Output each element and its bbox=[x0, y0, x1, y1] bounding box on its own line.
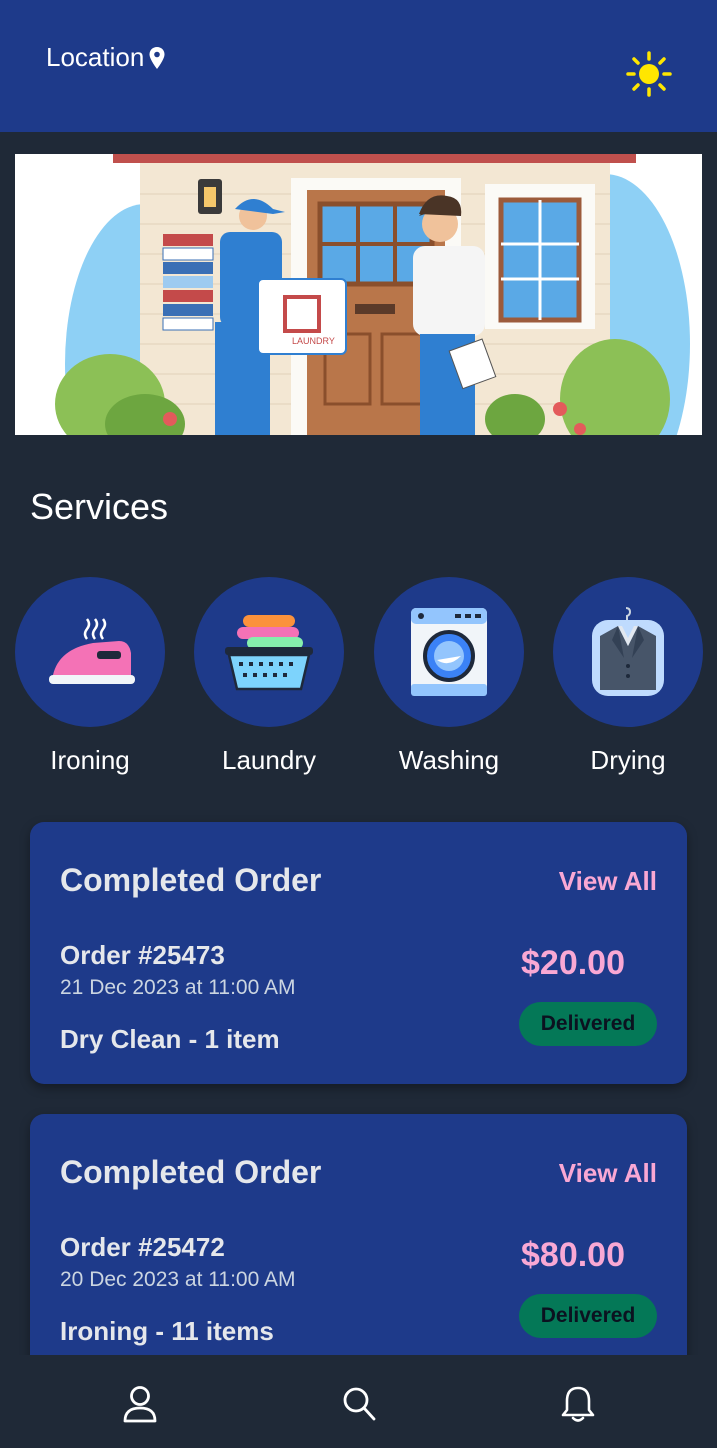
status-badge: Delivered bbox=[519, 1002, 657, 1046]
view-all-link[interactable]: View All bbox=[559, 1158, 657, 1189]
service-drying[interactable]: Drying bbox=[553, 577, 703, 776]
order-number: Order #25473 bbox=[60, 940, 225, 970]
order-description: Dry Clean - 1 item bbox=[60, 1024, 280, 1054]
service-washing[interactable]: Washing bbox=[374, 577, 524, 776]
bottom-navigation bbox=[0, 1355, 717, 1448]
service-washing-label: Washing bbox=[398, 745, 500, 775]
location-pin-icon bbox=[149, 46, 165, 69]
location-selector[interactable]: Location bbox=[46, 42, 166, 73]
order-price: $20.00 bbox=[521, 944, 625, 982]
service-ironing-label: Ironing bbox=[50, 745, 130, 775]
service-washing-circle[interactable] bbox=[374, 577, 524, 727]
suit-bag-icon bbox=[592, 607, 664, 696]
bell-icon[interactable] bbox=[560, 1385, 596, 1423]
order-date: 21 Dec 2023 at 11:00 AM bbox=[60, 976, 296, 999]
order-description: Ironing - 11 items bbox=[60, 1316, 274, 1346]
service-ironing-circle[interactable] bbox=[15, 577, 165, 727]
service-ironing[interactable]: Ironing bbox=[15, 577, 165, 776]
svg-text:LAUNDRY: LAUNDRY bbox=[292, 336, 335, 346]
order-card-title: Completed Order bbox=[60, 862, 322, 898]
search-icon[interactable] bbox=[341, 1385, 377, 1423]
order-price: $80.00 bbox=[521, 1236, 625, 1274]
order-card-title: Completed Order bbox=[60, 1154, 322, 1190]
services-heading: Services bbox=[30, 486, 169, 527]
service-laundry[interactable]: Laundry bbox=[194, 577, 344, 776]
order-card[interactable]: Completed Order View All Order #25472 20… bbox=[30, 1114, 687, 1376]
laundry-basket-icon bbox=[225, 615, 313, 691]
order-number: Order #25472 bbox=[60, 1232, 225, 1262]
view-all-link[interactable]: View All bbox=[559, 866, 657, 897]
folded-clothes-stack bbox=[162, 234, 214, 331]
washing-machine-icon bbox=[411, 608, 487, 696]
sun-icon[interactable] bbox=[626, 51, 672, 97]
laundry-delivery-illustration: LAUNDRY bbox=[15, 154, 702, 435]
service-drying-circle[interactable] bbox=[553, 577, 703, 727]
service-laundry-label: Laundry bbox=[222, 745, 316, 775]
location-label: Location bbox=[46, 42, 145, 72]
order-card[interactable]: Completed Order View All Order #25473 21… bbox=[30, 822, 687, 1084]
app-header: Location bbox=[0, 0, 717, 132]
service-laundry-circle[interactable] bbox=[194, 577, 344, 727]
status-badge: Delivered bbox=[519, 1294, 657, 1338]
iron-icon bbox=[49, 618, 135, 684]
profile-icon[interactable] bbox=[122, 1385, 158, 1423]
service-drying-label: Drying bbox=[590, 745, 666, 775]
order-date: 20 Dec 2023 at 11:00 AM bbox=[60, 1268, 296, 1291]
hero-banner-illustration: LAUNDRY bbox=[15, 154, 702, 435]
